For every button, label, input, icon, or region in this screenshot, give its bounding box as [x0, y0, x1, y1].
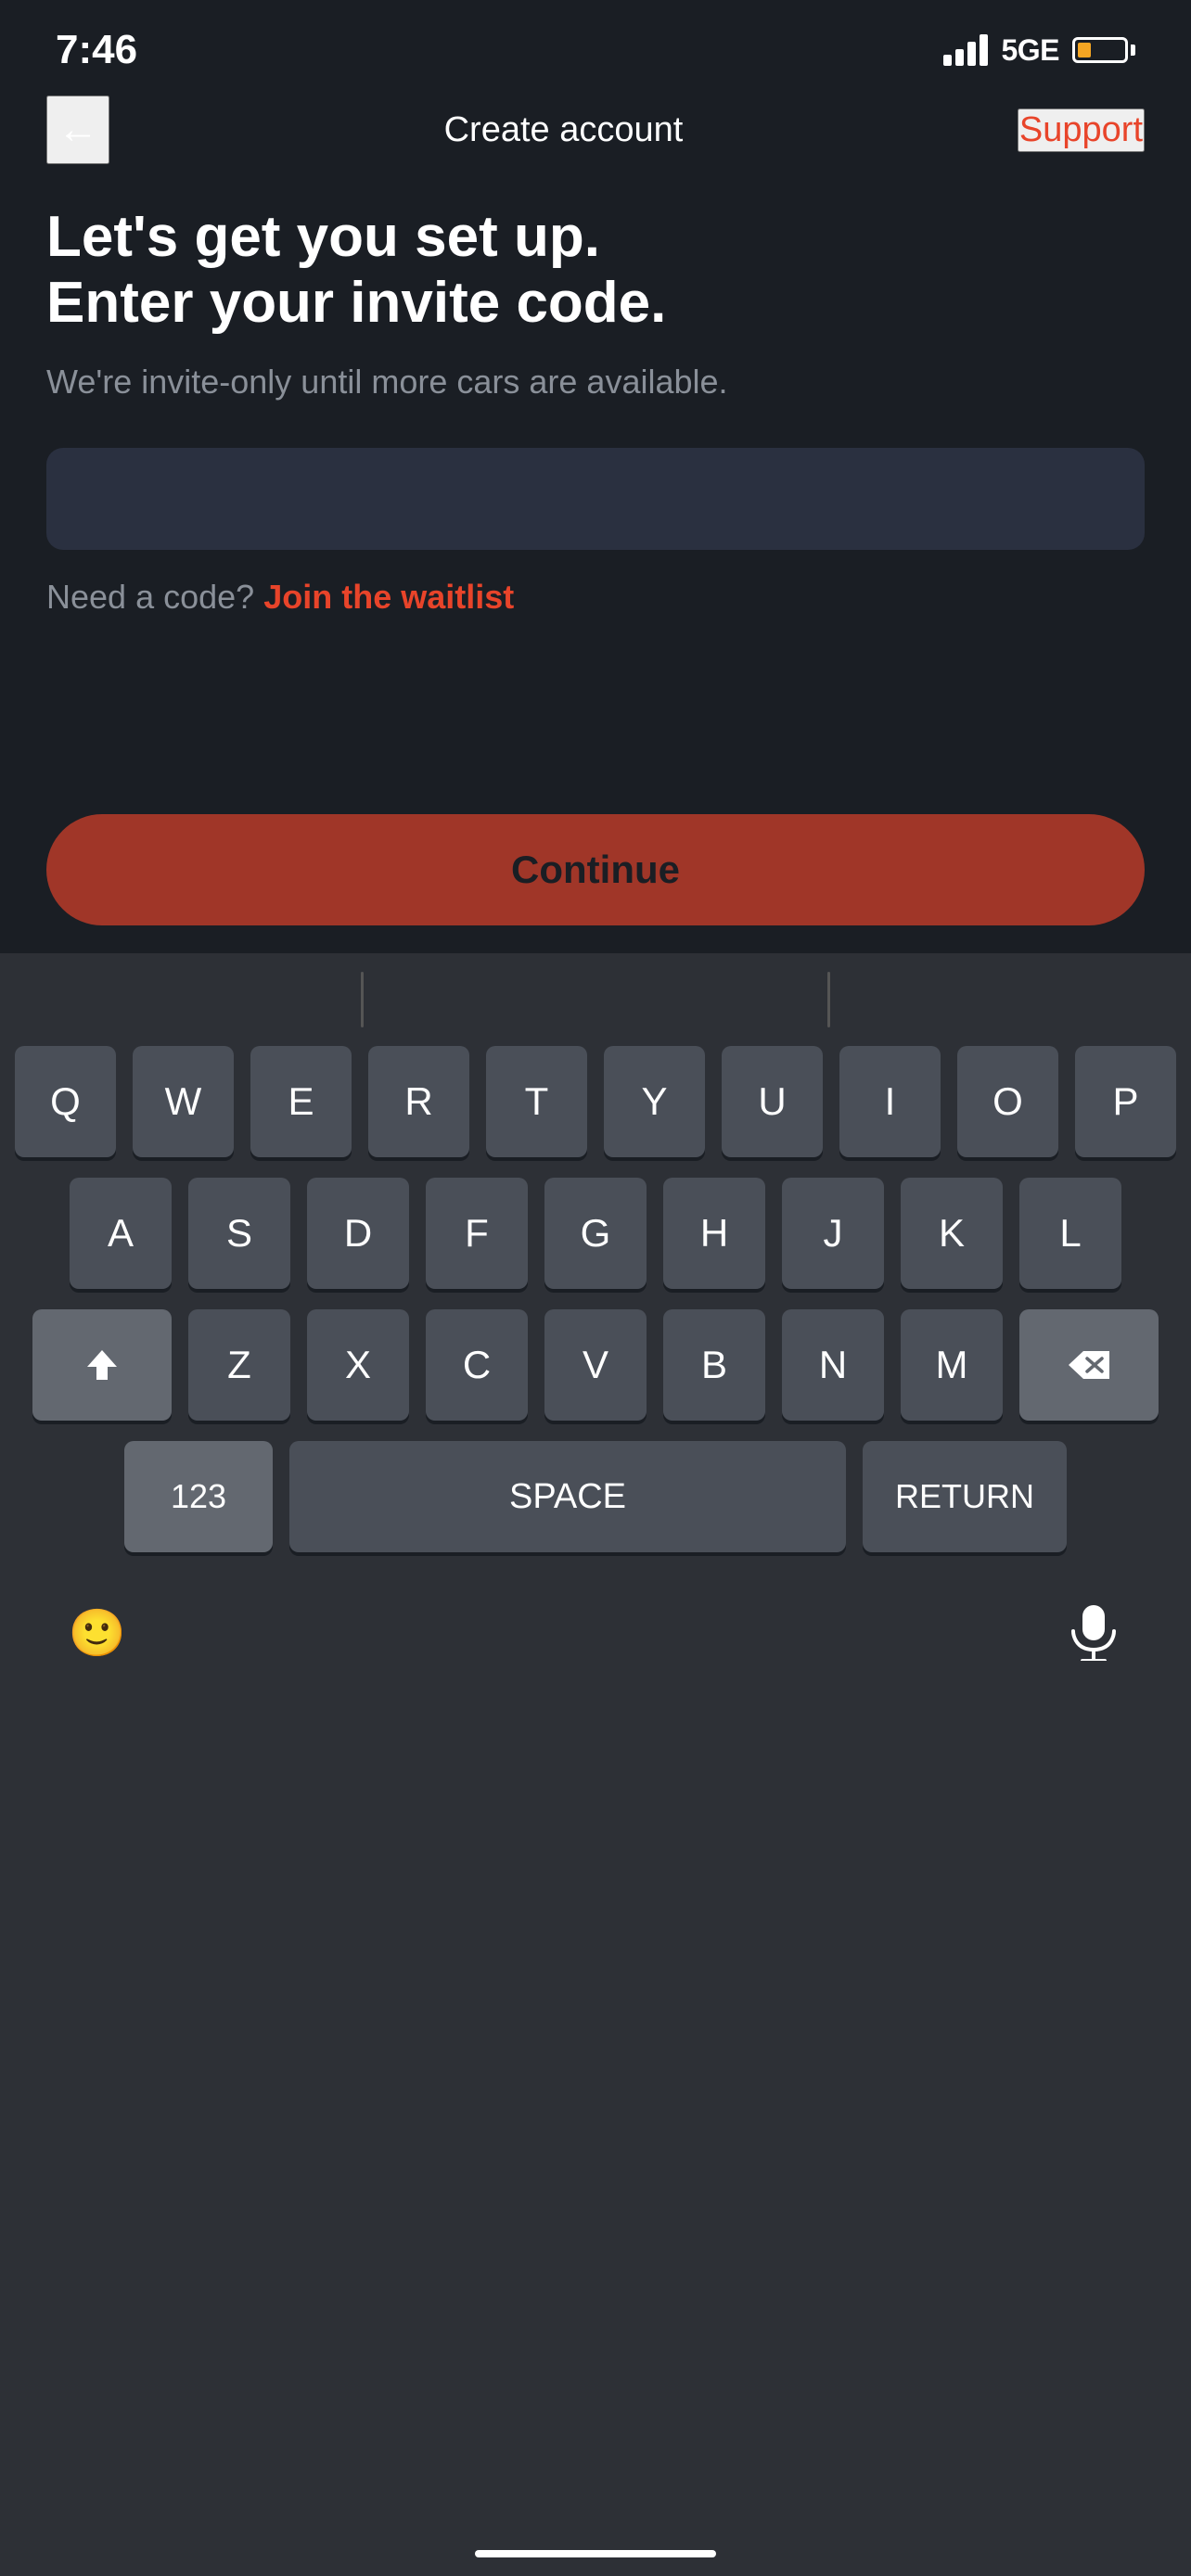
key-d[interactable]: D: [307, 1178, 409, 1289]
battery-icon: [1072, 37, 1135, 63]
signal-bars-icon: [943, 34, 988, 66]
back-button[interactable]: ←: [46, 96, 109, 164]
keyboard: Q W E R T Y U I O P A S D F G H J K L: [0, 953, 1191, 2576]
key-o[interactable]: O: [957, 1046, 1058, 1157]
key-c[interactable]: C: [426, 1309, 528, 1421]
key-y[interactable]: Y: [604, 1046, 705, 1157]
key-t[interactable]: T: [486, 1046, 587, 1157]
key-row-4: 123 space return: [15, 1441, 1176, 1552]
key-e[interactable]: E: [250, 1046, 352, 1157]
key-row-1: Q W E R T Y U I O P: [15, 1046, 1176, 1157]
key-p[interactable]: P: [1075, 1046, 1176, 1157]
nav-bar: ← Create account Support: [0, 83, 1191, 176]
key-w[interactable]: W: [133, 1046, 234, 1157]
key-f[interactable]: F: [426, 1178, 528, 1289]
join-waitlist-link[interactable]: Join the waitlist: [263, 578, 514, 616]
home-indicator: [475, 2550, 716, 2557]
status-icons: 5GE: [943, 33, 1135, 68]
key-i[interactable]: I: [839, 1046, 941, 1157]
keyboard-handle: [0, 953, 1191, 1037]
key-h[interactable]: H: [663, 1178, 765, 1289]
continue-area: Continue: [46, 814, 1145, 925]
space-key[interactable]: space: [289, 1441, 846, 1552]
return-key[interactable]: return: [863, 1441, 1067, 1552]
key-k[interactable]: K: [901, 1178, 1003, 1289]
nav-title: Create account: [444, 110, 684, 150]
waitlist-prefix: Need a code?: [46, 578, 254, 616]
signal-bar-3: [967, 42, 976, 66]
key-row-3: Z X C V B N M: [15, 1309, 1176, 1421]
battery-body: [1072, 37, 1128, 63]
mic-key[interactable]: [1052, 1591, 1135, 1675]
key-r[interactable]: R: [368, 1046, 469, 1157]
headline: Let's get you set up.Enter your invite c…: [46, 204, 1145, 337]
key-m[interactable]: M: [901, 1309, 1003, 1421]
status-bar: 7:46 5GE: [0, 0, 1191, 83]
main-content: Let's get you set up.Enter your invite c…: [0, 176, 1191, 617]
waitlist-text: Need a code? Join the waitlist: [46, 578, 1145, 617]
key-u[interactable]: U: [722, 1046, 823, 1157]
delete-key[interactable]: [1019, 1309, 1159, 1421]
battery-fill: [1078, 43, 1091, 57]
numbers-key[interactable]: 123: [124, 1441, 273, 1552]
key-x[interactable]: X: [307, 1309, 409, 1421]
shift-key[interactable]: [32, 1309, 172, 1421]
subtext: We're invite-only until more cars are av…: [46, 363, 1145, 402]
key-row-2: A S D F G H J K L: [15, 1178, 1176, 1289]
emoji-key[interactable]: 🙂: [56, 1591, 139, 1675]
keyboard-handle-bar-right: [827, 972, 830, 1027]
signal-bar-2: [955, 49, 964, 66]
key-g[interactable]: G: [544, 1178, 647, 1289]
key-s[interactable]: S: [188, 1178, 290, 1289]
invite-code-input[interactable]: [46, 448, 1145, 550]
key-a[interactable]: A: [70, 1178, 172, 1289]
back-arrow-icon: ←: [58, 107, 98, 153]
key-b[interactable]: B: [663, 1309, 765, 1421]
keyboard-handle-bar-left: [361, 972, 364, 1027]
key-j[interactable]: J: [782, 1178, 884, 1289]
battery-tip: [1131, 45, 1135, 56]
network-label: 5GE: [1001, 33, 1059, 68]
key-l[interactable]: L: [1019, 1178, 1121, 1289]
keyboard-rows: Q W E R T Y U I O P A S D F G H J K L: [0, 1037, 1191, 1552]
continue-button[interactable]: Continue: [46, 814, 1145, 925]
key-q[interactable]: Q: [15, 1046, 116, 1157]
key-v[interactable]: V: [544, 1309, 647, 1421]
signal-bar-1: [943, 55, 952, 66]
key-n[interactable]: N: [782, 1309, 884, 1421]
status-time: 7:46: [56, 27, 137, 73]
keyboard-bottom: 🙂: [0, 1573, 1191, 1693]
signal-bar-4: [980, 34, 988, 66]
support-button[interactable]: Support: [1018, 108, 1145, 152]
key-z[interactable]: Z: [188, 1309, 290, 1421]
